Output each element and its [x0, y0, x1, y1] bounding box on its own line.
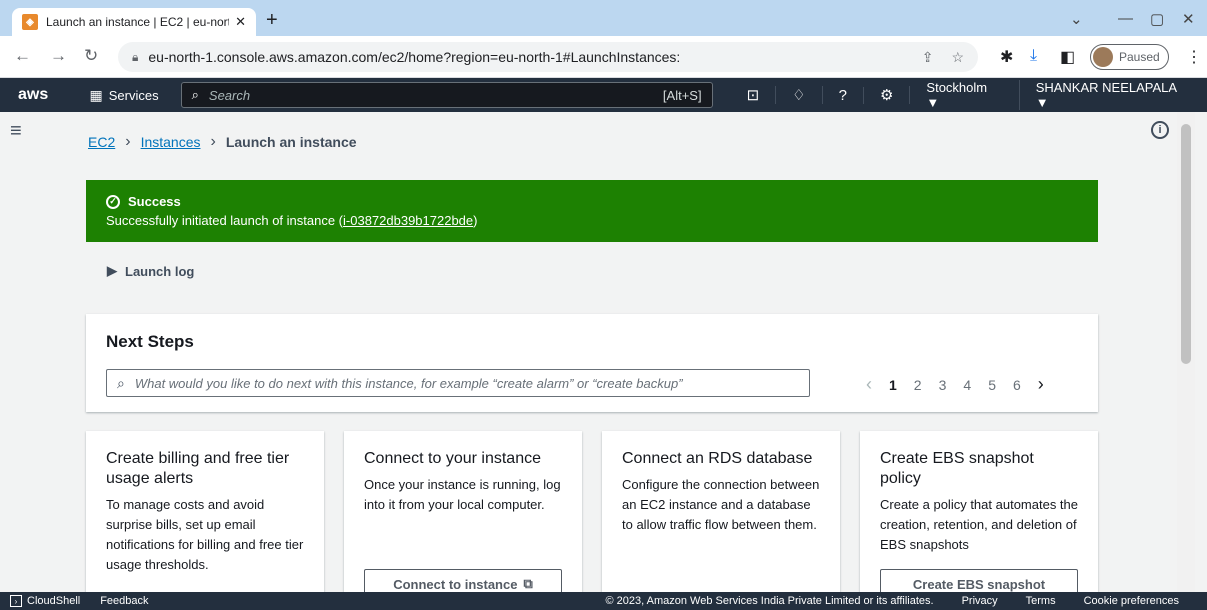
tab-search-icon[interactable]: ⌄ [1070, 10, 1083, 28]
card-title: Create EBS snapshot policy [880, 450, 1034, 487]
breadcrumb-instances[interactable]: Instances [141, 134, 201, 150]
page-2[interactable]: 2 [914, 377, 922, 393]
scrollbar-thumb[interactable] [1181, 124, 1191, 364]
info-icon[interactable]: i [1151, 121, 1169, 139]
card-title: Connect to your instance [364, 450, 541, 467]
search-icon: ⌕ [191, 87, 199, 102]
restore-icon[interactable]: ▢ [1150, 10, 1164, 28]
card-connect-rds: Connect an RDS database Configure the co… [602, 431, 840, 601]
flash-message-prefix: Successfully initiated launch of instanc… [106, 213, 344, 228]
card-title: Create billing and free tier usage alert… [106, 450, 290, 487]
success-flash: ✓ Success Successfully initiated launch … [86, 180, 1098, 242]
search-placeholder: Search [208, 87, 251, 103]
side-panel-icon[interactable]: ◧ [1060, 47, 1075, 67]
window-close-icon[interactable]: ✕ [1182, 10, 1195, 28]
forward-icon[interactable]: → [50, 46, 67, 66]
tab-close-icon[interactable]: ✕ [235, 14, 246, 30]
aws-top-nav: aws ▦ Services ⌕ Search [Alt+S] ⊡ ♢ ? ⚙ … [0, 78, 1207, 112]
cloudshell-label: CloudShell [27, 595, 81, 607]
url-input[interactable]: 🔒︎ eu-north-1.console.aws.amazon.com/ec2… [118, 42, 978, 72]
browser-menu-icon[interactable]: ⋮ [1186, 47, 1202, 67]
settings-gear-icon[interactable]: ⚙ [864, 86, 911, 104]
card-body: Once your instance is running, log into … [364, 477, 561, 512]
chevron-right-icon: › [210, 133, 216, 150]
extensions-icon[interactable]: ✱ [1000, 47, 1013, 67]
tab-title: Launch an instance | EC2 | eu-north- [46, 15, 230, 29]
caret-right-icon: ▶ [107, 263, 117, 278]
launch-log-label: Launch log [125, 263, 195, 279]
flash-title: Success [128, 194, 181, 209]
browser-tab[interactable]: ◈ Launch an instance | EC2 | eu-north- ✕ [12, 8, 256, 36]
console-footer: › CloudShell Feedback © 2023, Amazon Web… [0, 592, 1207, 610]
breadcrumb: EC2 › Instances › Launch an instance [88, 133, 357, 151]
external-link-icon: ⧉ [523, 576, 533, 591]
share-icon[interactable]: ⇪ [922, 49, 934, 66]
page-4[interactable]: 4 [963, 377, 971, 393]
profile-button[interactable]: Paused [1090, 44, 1169, 70]
next-steps-search-input[interactable]: ⌕ What would you like to do next with th… [106, 369, 810, 397]
card-body: To manage costs and avoid surprise bills… [106, 497, 304, 572]
chevron-right-icon[interactable]: › [1038, 374, 1044, 395]
next-steps-title: Next Steps [106, 332, 194, 351]
pagination: ‹ 1 2 3 4 5 6 › [866, 374, 1044, 395]
page-6[interactable]: 6 [1013, 377, 1021, 393]
breadcrumb-current: Launch an instance [225, 134, 357, 150]
minimize-icon[interactable]: — [1118, 10, 1133, 27]
bookmark-star-icon[interactable]: ☆ [951, 49, 964, 66]
grid-icon: ▦ [89, 86, 103, 103]
card-billing-alerts: Create billing and free tier usage alert… [86, 431, 324, 601]
url-text: eu-north-1.console.aws.amazon.com/ec2/ho… [148, 49, 681, 65]
search-shortcut: [Alt+S] [662, 87, 702, 103]
flash-message-suffix: ) [473, 213, 478, 228]
page-5[interactable]: 5 [988, 377, 996, 393]
page-1[interactable]: 1 [889, 377, 897, 393]
copyright: © 2023, Amazon Web Services India Privat… [605, 595, 934, 607]
privacy-link[interactable]: Privacy [962, 595, 998, 607]
notifications-bell-icon[interactable]: ♢ [776, 86, 823, 104]
launch-log-toggle[interactable]: ▶ Launch log [107, 263, 194, 279]
lock-icon: 🔒︎ [132, 49, 139, 64]
instance-id-link[interactable]: i-03872db39b1722bde [343, 213, 473, 228]
chevron-left-icon[interactable]: ‹ [866, 374, 872, 395]
profile-label: Paused [1119, 50, 1160, 64]
terminal-icon: › [10, 595, 22, 607]
terms-link[interactable]: Terms [1026, 595, 1056, 607]
back-icon[interactable]: ← [14, 46, 31, 66]
account-menu[interactable]: SHANKAR NEELAPALA ▼ [1020, 80, 1207, 110]
card-body: Configure the connection between an EC2 … [622, 477, 820, 532]
card-connect-instance: Connect to your instance Once your insta… [344, 431, 582, 601]
button-label: Create EBS snapshot [912, 576, 1046, 592]
chevron-right-icon: › [125, 133, 131, 150]
new-tab-button[interactable]: + [266, 9, 278, 32]
page-3[interactable]: 3 [939, 377, 947, 393]
card-ebs-snapshot: Create EBS snapshot policy Create a poli… [860, 431, 1098, 601]
region-selector[interactable]: Stockholm ▼ [910, 80, 1020, 110]
services-menu[interactable]: ▦ Services [90, 87, 159, 104]
cloudshell-icon[interactable]: ⊡ [731, 86, 777, 104]
aws-favicon-icon: ◈ [22, 14, 38, 30]
download-icon[interactable]: ⤓ [1030, 47, 1037, 65]
breadcrumb-ec2[interactable]: EC2 [88, 134, 115, 150]
cookie-preferences-link[interactable]: Cookie preferences [1084, 595, 1179, 607]
next-steps-placeholder: What would you like to do next with this… [134, 375, 683, 391]
card-body: Create a policy that automates the creat… [880, 497, 1079, 552]
address-bar-row: ← → ↻ 🔒︎ eu-north-1.console.aws.amazon.c… [0, 36, 1207, 78]
card-title: Connect an RDS database [622, 450, 813, 467]
flash-message: Successfully initiated launch of instanc… [106, 213, 1078, 228]
check-circle-icon: ✓ [106, 194, 120, 209]
feedback-link[interactable]: Feedback [100, 595, 148, 607]
search-icon: ⌕ [117, 374, 125, 391]
services-label: Services [108, 87, 159, 103]
avatar [1093, 47, 1113, 67]
reload-icon[interactable]: ↻ [84, 46, 98, 66]
aws-logo[interactable]: aws [18, 86, 58, 104]
hamburger-menu-icon[interactable]: ≡ [10, 120, 22, 143]
aws-search-input[interactable]: ⌕ Search [Alt+S] [180, 82, 713, 108]
next-steps-panel: Next Steps ⌕ What would you like to do n… [86, 314, 1098, 412]
button-label: Connect to instance [393, 576, 518, 592]
cloudshell-button[interactable]: › CloudShell [10, 595, 80, 607]
help-icon[interactable]: ? [823, 86, 864, 104]
browser-tab-bar: ◈ Launch an instance | EC2 | eu-north- ✕… [0, 0, 1207, 36]
